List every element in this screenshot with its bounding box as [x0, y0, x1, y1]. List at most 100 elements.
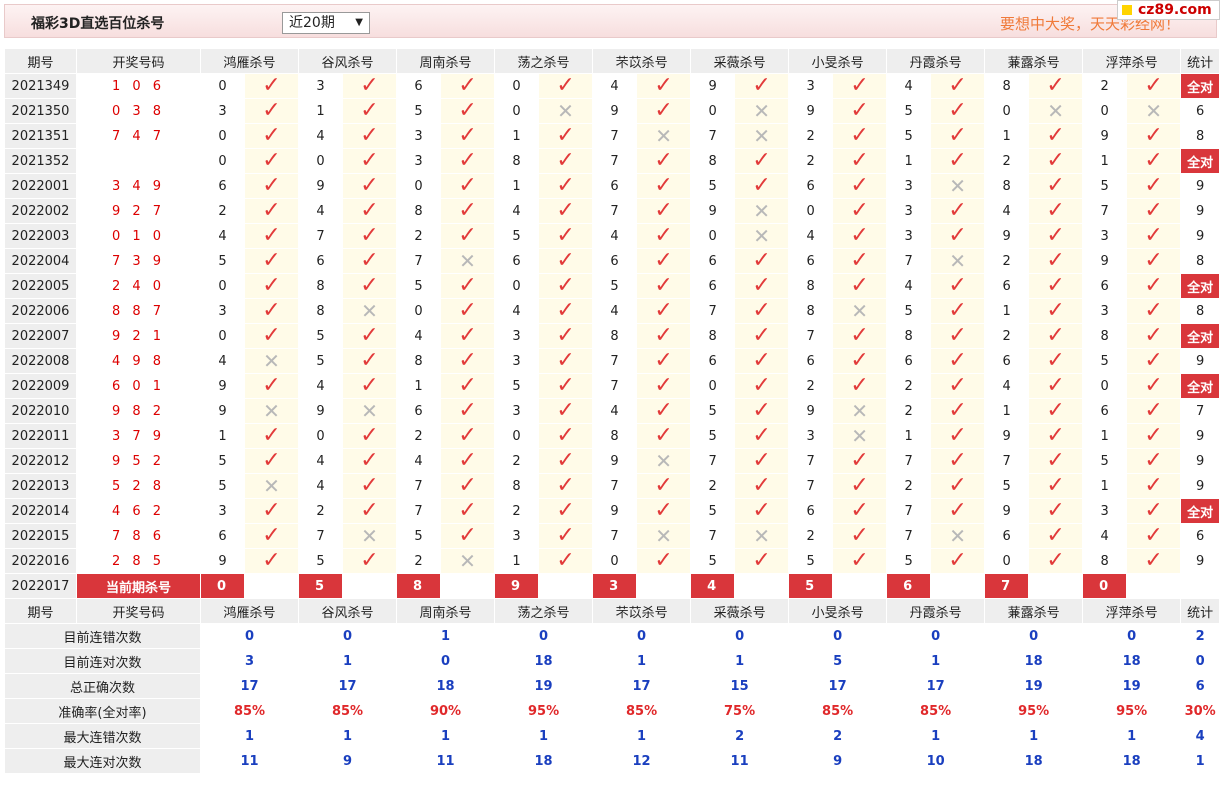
summary-value: 85%	[298, 698, 398, 724]
open-number-cell: 9 8 2	[76, 398, 201, 424]
summary-value: 0	[788, 623, 888, 649]
check-icon: ✓	[556, 273, 575, 298]
stat-cell: 全对	[1180, 373, 1221, 399]
open-number-cell: 3 4 9	[76, 173, 201, 199]
check-icon: ✓	[1046, 248, 1065, 273]
cross-icon: ✕	[636, 448, 692, 474]
check-icon: ✓	[850, 373, 869, 398]
check-icon: ✓	[440, 523, 496, 549]
kill-number-cell: 5	[494, 223, 540, 249]
check-icon: ✓	[1126, 373, 1182, 399]
check-icon: ✓	[832, 248, 888, 274]
check-icon: ✓	[930, 123, 986, 149]
kill-number-cell: 3	[494, 323, 540, 349]
check-icon: ✓	[1144, 473, 1163, 498]
check-icon: ✓	[832, 523, 888, 549]
check-icon: ✓	[1126, 498, 1182, 524]
check-icon: ✓	[850, 148, 869, 173]
kill-number-cell: 7	[592, 373, 638, 399]
check-icon: ✓	[262, 148, 281, 173]
check-icon: ✓	[1028, 123, 1084, 149]
stat-cell: 全对	[1180, 73, 1221, 99]
open-number-cell: 2 4 0	[76, 273, 201, 299]
check-icon: ✓	[1144, 148, 1163, 173]
check-icon: ✓	[342, 273, 398, 299]
kill-number-cell: 8	[494, 148, 540, 174]
check-icon: ✓	[832, 323, 888, 349]
kill-number-cell: 8	[396, 198, 442, 224]
kill-number-cell: 0	[494, 423, 540, 449]
period-cell: 2021352	[4, 148, 77, 174]
check-icon: ✓	[850, 98, 869, 123]
check-icon: ✓	[636, 148, 692, 174]
check-icon: ✓	[1144, 298, 1163, 323]
table-row: 2022005 2 4 0 0 ✓ 8 ✓ 5 ✓ 0 ✓ 5 ✓ 6 ✓ 8 ✓ 4 ✓ 6 ✓ 6 ✓ 全对	[4, 273, 1221, 299]
site-logo[interactable]: cz89.com	[1117, 0, 1220, 20]
check-icon: ✓	[636, 348, 692, 374]
check-icon: ✓	[1126, 398, 1182, 424]
check-icon: ✓	[538, 498, 594, 524]
check-icon: ✓	[440, 298, 496, 324]
check-icon: ✓	[636, 173, 692, 199]
current-kill-value: 3	[592, 573, 638, 599]
check-icon: ✓	[360, 73, 379, 98]
check-icon: ✓	[556, 148, 575, 173]
summary-value: 85%	[788, 698, 888, 724]
top-bar: 福彩3D直选百位杀号 近20期 ▼ 要想中大奖，天天彩经网！	[4, 4, 1217, 38]
check-icon: ✓	[262, 423, 281, 448]
check-icon: ✓	[458, 173, 477, 198]
kill-number-cell: 8	[984, 73, 1030, 99]
summary-value: 18	[984, 748, 1084, 774]
open-number-cell: 4 9 8	[76, 348, 201, 374]
check-icon: ✓	[458, 198, 477, 223]
check-icon: ✓	[262, 223, 281, 248]
stat-cell: 9	[1180, 173, 1221, 199]
kill-number-cell: 5	[886, 298, 932, 324]
kill-number-cell: 6	[984, 273, 1030, 299]
table-row: 2022011 3 7 9 1 ✓ 0 ✓ 2 ✓ 0 ✓ 8 ✓ 5 ✓ 3 ✕ 1 ✓ 9 ✓ 1 ✓ 9	[4, 423, 1221, 449]
summary-value: 1	[199, 723, 300, 749]
check-icon: ✓	[1126, 548, 1182, 574]
check-icon: ✓	[1046, 73, 1065, 98]
summary-row: 目前连对次数 3 1 0 18 1 1 5 1 18 18 0	[4, 648, 1221, 674]
check-icon: ✓	[1126, 323, 1182, 349]
col-header-expert: 浮萍杀号	[1082, 598, 1182, 624]
summary-value: 11	[199, 748, 300, 774]
kill-number-cell: 8	[298, 298, 344, 324]
period-cell: 2022004	[4, 248, 77, 274]
stat-cell: 9	[1180, 448, 1221, 474]
current-kill-blank	[342, 573, 398, 599]
check-icon: ✓	[538, 373, 594, 399]
check-icon: ✓	[1144, 223, 1163, 248]
current-kill-blank	[734, 573, 790, 599]
check-icon: ✓	[1046, 123, 1065, 148]
kill-number-cell: 7	[1082, 198, 1128, 224]
summary-label: 准确率(全对率)	[4, 698, 201, 724]
kill-number-cell: 4	[788, 223, 834, 249]
range-select[interactable]: 近20期 ▼	[282, 12, 370, 34]
check-icon: ✓	[243, 98, 300, 124]
check-icon: ✓	[1144, 123, 1163, 148]
check-icon: ✓	[654, 223, 673, 248]
check-icon: ✓	[1028, 473, 1084, 499]
kill-number-cell: 5	[788, 548, 834, 574]
check-icon: ✓	[654, 148, 673, 173]
current-kill-blank	[636, 573, 692, 599]
kill-number-cell: 4	[200, 348, 245, 374]
check-icon: ✓	[752, 148, 771, 173]
check-icon: ✓	[654, 273, 673, 298]
kill-number-cell: 4	[494, 198, 540, 224]
check-icon: ✓	[1028, 173, 1084, 199]
check-icon: ✓	[556, 173, 575, 198]
check-icon: ✓	[654, 423, 673, 448]
kill-number-cell: 0	[1082, 373, 1128, 399]
kill-number-cell: 6	[1082, 398, 1128, 424]
kill-number-cell: 4	[396, 323, 442, 349]
kill-number-cell: 7	[298, 523, 344, 549]
check-icon: ✓	[458, 398, 477, 423]
check-icon: ✓	[1144, 398, 1163, 423]
check-icon: ✓	[752, 348, 771, 373]
check-icon: ✓	[948, 223, 967, 248]
check-icon: ✓	[850, 523, 869, 548]
summary-value: 18	[1082, 748, 1182, 774]
